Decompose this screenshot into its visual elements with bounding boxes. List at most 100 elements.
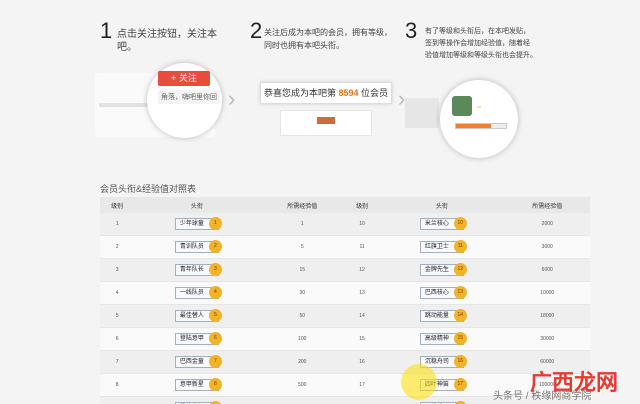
level-cell: 5 <box>100 304 135 328</box>
col-header-exp: 所需经验值 <box>259 197 345 213</box>
title-badge: 巴西金童 7 <box>174 354 222 368</box>
step-3-text-line2: 签到等操作会增加经验值，随着经 <box>425 40 530 47</box>
level-star-icon: 11 <box>453 240 467 254</box>
title-badge: 青训队员 2 <box>174 240 222 254</box>
table-row: 1 少年球童 1 1 10 米兰核心 10 2000 <box>100 213 590 237</box>
step-2-number: 2 <box>250 18 263 43</box>
title-badge: 登陆意甲 6 <box>174 331 222 345</box>
title-cell: 登陆意甲 6 <box>134 327 260 351</box>
title-cell: 青年队长 3 <box>134 258 260 283</box>
title-badge: 红旗卫士 11 <box>419 240 467 254</box>
title-badge-label: 沉稳舟司 <box>424 358 449 365</box>
title-cell-2: 一代球王18 <box>379 396 505 404</box>
level-star-icon: 15 <box>453 331 467 345</box>
col-header-level-2: 级别 <box>344 197 380 213</box>
step-2-text-line2: 同时也拥有本吧头衔。 <box>264 41 344 50</box>
table-row: 5 最佳替人 5 50 14 跳动能量 14 18000 <box>100 304 590 328</box>
title-badge: 跳动能量 14 <box>419 309 467 322</box>
level-star-icon: 14 <box>453 309 467 322</box>
title-badge-label: 少年球童 <box>179 221 204 228</box>
title-badge-label: 一线队员 <box>179 290 204 297</box>
level-star-icon: 13 <box>453 286 467 300</box>
chevron-right-icon: › <box>228 86 236 111</box>
mini-confirm-button <box>317 117 335 124</box>
title-badge: 米兰核心 10 <box>419 217 467 231</box>
level-star-icon: 17 <box>453 377 467 391</box>
level-cell-2: 18 <box>344 396 380 404</box>
level-cell: 1 <box>100 213 135 237</box>
exp-progress-bar <box>455 123 507 129</box>
level-cell-2: 13 <box>344 281 380 306</box>
title-badge-label: 青训队员 <box>179 244 204 251</box>
level-cell-2: 16 <box>344 350 380 374</box>
level-star-icon: 5 <box>208 309 222 322</box>
step-2-mini-dialog <box>280 110 372 136</box>
exp-cell: 1 <box>259 213 345 237</box>
table-row: 7 巴西金童 7 200 16 沉稳舟司 16 60000 <box>100 350 590 374</box>
step-3-text-line1: 有了等级和头衔后，在本吧发贴， <box>425 28 530 35</box>
exp-cell: 15 <box>259 258 345 283</box>
level-cell-2: 14 <box>344 304 380 328</box>
step-1-text: 点击关注按钮，关注本吧。 <box>117 29 217 53</box>
title-cell: 少年球童 1 <box>134 213 260 237</box>
title-cell-2: 高级精神 15 <box>379 327 505 351</box>
exp-cell: 5 <box>259 235 345 260</box>
title-badge-label: 跳动能量 <box>424 313 449 319</box>
title-cell: 最佳中场9 <box>134 396 260 404</box>
title-badge: 青年队长 3 <box>174 263 222 277</box>
title-cell: 青训队员 2 <box>134 235 260 260</box>
title-badge-label: 登陆意甲 <box>179 335 204 342</box>
table-row: 4 一线队员 4 30 13 巴西核心 13 10000 <box>100 281 590 306</box>
table-title: 会员头衔&经验值对照表 <box>100 184 197 194</box>
step-2-text-line1: 关注后成为本吧的会员，拥有等级， <box>264 28 392 37</box>
title-badge-label: 巴西金童 <box>179 358 204 365</box>
level-cell-2: 10 <box>344 213 380 237</box>
col-header-level: 级别 <box>100 197 135 213</box>
level-table: 级别 头衔 所需经验值 级别 头衔 所需经验值 1 少年球童 1 1 10 米兰核心 10 2… <box>100 197 590 404</box>
col-header-exp-2: 所需经验值 <box>504 197 590 213</box>
title-cell-2: 金牌先生 12 <box>379 258 505 283</box>
level-star-icon: 1 <box>208 217 222 231</box>
col-header-title-2: 头衔 <box>379 197 505 213</box>
title-badge: 金牌先生 12 <box>419 263 467 277</box>
steps-section: 1 点击关注按钮，关注本吧。 + 关注 角落，嗨吧里你回 › 2 关注后成为本吧… <box>95 18 565 158</box>
level-cell: 4 <box>100 281 135 306</box>
title-cell: 巴西金童 7 <box>134 350 260 374</box>
title-cell-2: 红旗卫士 11 <box>379 235 505 260</box>
title-badge-label: 巴西核心 <box>424 290 449 297</box>
title-badge: 一线队员 4 <box>174 286 222 300</box>
title-badge-label: 青年队长 <box>179 267 204 274</box>
member-box-prefix: 恭喜您成为本吧第 <box>263 88 336 98</box>
step-3-text: 有了等级和头衔后，在本吧发贴， 签到等操作会增加经验值，随着经 验值增加等级和等… <box>425 26 537 62</box>
title-badge: 高级精神 15 <box>419 331 467 345</box>
exp-cell: 1000 <box>259 396 345 404</box>
title-cell: 意甲新星 8 <box>134 373 260 397</box>
level-cell: 7 <box>100 350 135 374</box>
title-badge-label: 高级精神 <box>424 335 449 342</box>
title-cell-2: 四叶神笛 17 <box>379 373 505 397</box>
level-star-icon: 4 <box>208 286 222 300</box>
title-cell: 一线队员 4 <box>134 281 260 306</box>
exp-cell: 30 <box>259 281 345 306</box>
exp-cell-2: 3000 <box>504 235 590 260</box>
level-star-icon: 3 <box>208 263 222 277</box>
follow-button[interactable]: + 关注 <box>158 71 210 86</box>
level-star-icon: 16 <box>453 354 467 368</box>
title-cell-2: 跳动能量 14 <box>379 304 505 328</box>
step-3-number: 3 <box>405 18 418 43</box>
level-star-icon: 8 <box>208 377 222 391</box>
col-header-title: 头衔 <box>134 197 260 213</box>
level-star-icon: 12 <box>453 263 467 277</box>
level-cell: 9 <box>100 396 135 404</box>
table-row: 3 青年队长 3 15 12 金牌先生 12 6000 <box>100 258 590 283</box>
level-cell: 3 <box>100 258 135 283</box>
title-badge: 意甲新星 8 <box>174 377 222 391</box>
level-star-icon: 18 <box>453 400 467 404</box>
level-star-icon: 9 <box>208 400 222 404</box>
title-cell: 最佳替人 5 <box>134 304 260 328</box>
level-tag <box>477 106 481 108</box>
title-badge-label: 米兰核心 <box>424 221 449 228</box>
level-cell: 8 <box>100 373 135 397</box>
exp-cell: 100 <box>259 327 345 351</box>
level-star-icon: 7 <box>208 354 222 368</box>
